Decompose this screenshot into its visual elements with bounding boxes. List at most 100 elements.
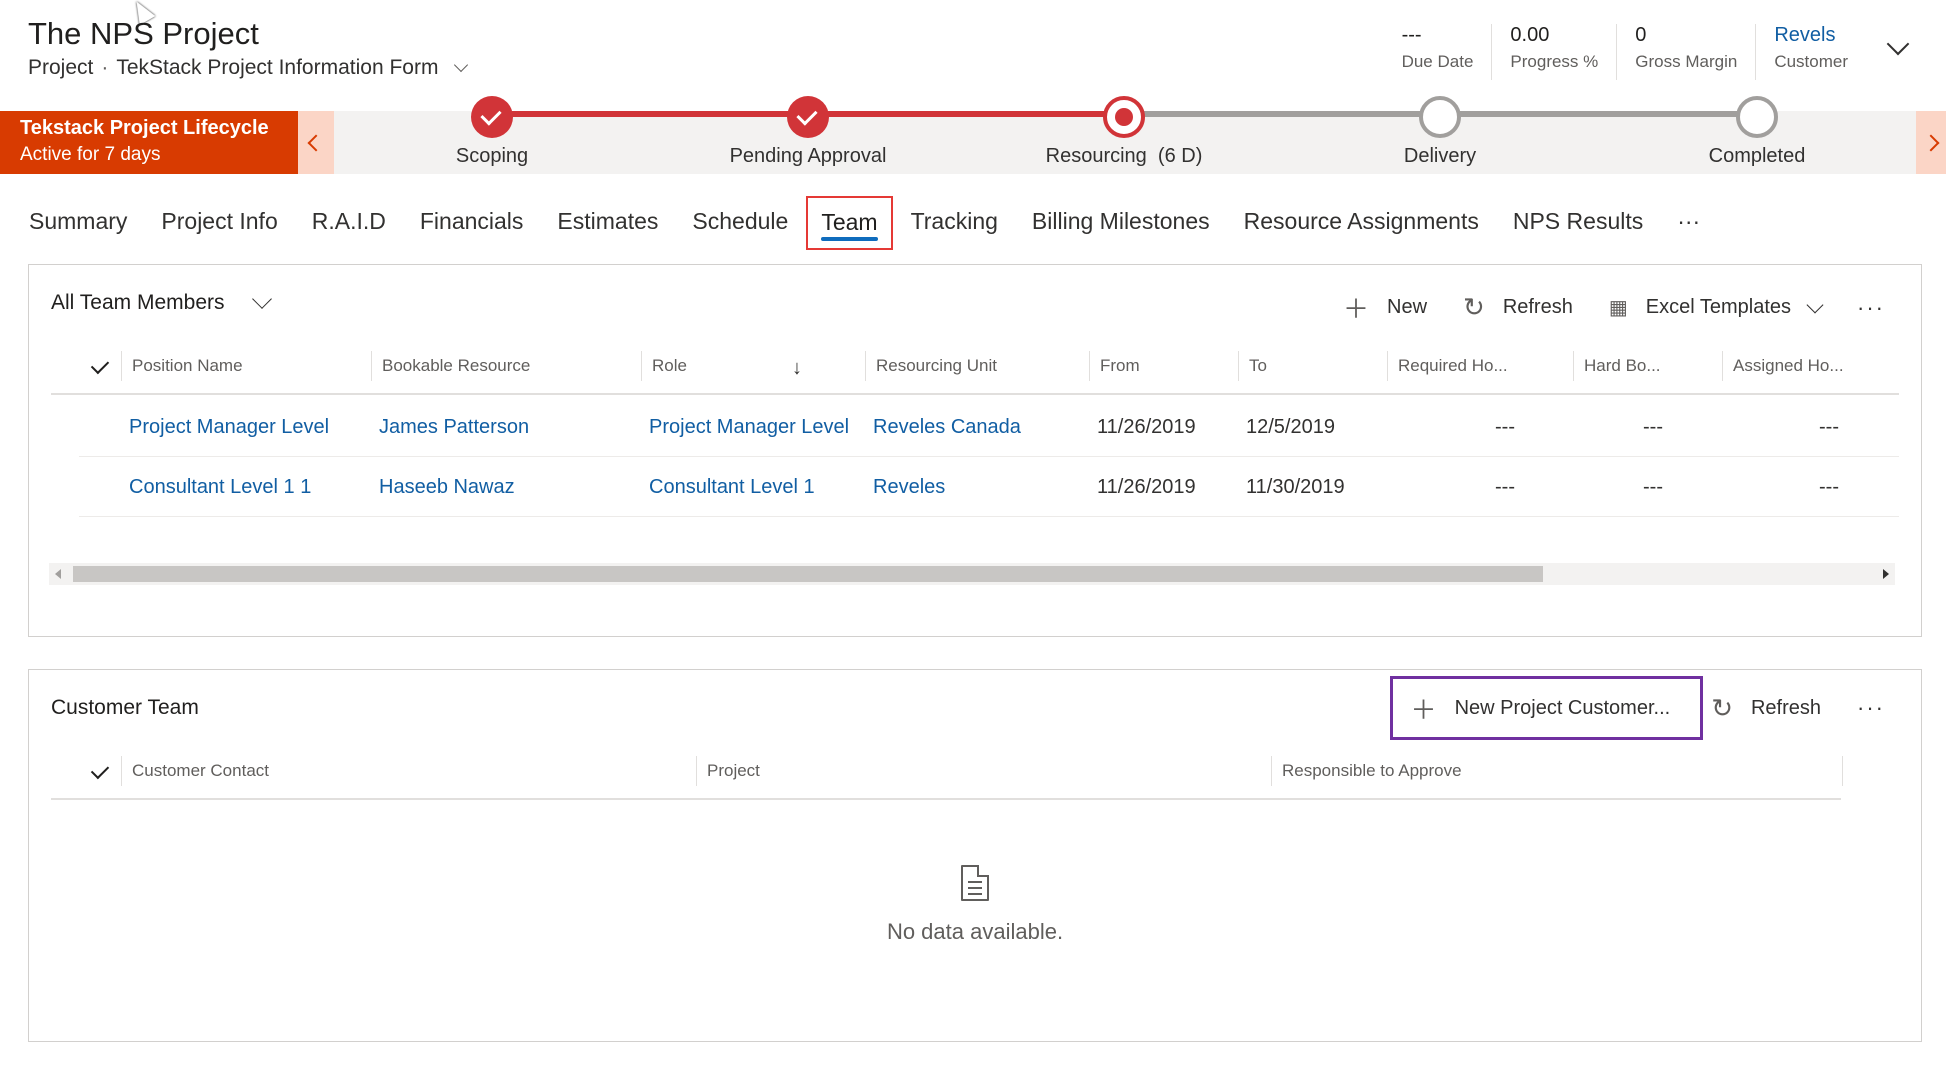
col-bookable-resource[interactable]: Bookable Resource [371,351,530,381]
tab-resource-assignments[interactable]: Resource Assignments [1244,203,1479,243]
new-label: New [1387,296,1428,318]
new-project-customer-button[interactable]: ＋ New Project Customer... [1389,676,1704,740]
view-selector[interactable]: All Team Members [51,289,272,315]
cell-to: 12/5/2019 [1246,416,1335,438]
record-title: The NPS Project [28,16,259,51]
stage-completed[interactable]: Completed [1647,96,1867,168]
process-status: Active for 7 days [20,144,161,165]
col-assigned-hours[interactable]: Assigned Ho... [1722,351,1844,381]
stage-scoping[interactable]: Scoping [382,96,602,168]
header-fields: --- Due Date 0.00 Progress % 0 Gross Mar… [1384,24,1910,80]
col-from[interactable]: From [1089,351,1140,381]
col-to[interactable]: To [1238,351,1267,381]
process-name-flag[interactable]: Tekstack Project Lifecycle Active for 7 … [0,111,298,174]
kpi-label: Gross Margin [1635,52,1738,71]
stage-complete-check-icon [471,96,513,138]
kpi-value: 0.00 [1510,24,1550,46]
view-name: All Team Members [51,291,225,314]
tab-team[interactable]: Team [806,196,893,250]
chevron-left-icon [307,134,325,151]
process-name: Tekstack Project Lifecycle [20,117,269,139]
select-all-checkmark-icon[interactable] [90,355,110,375]
col-hard-booked[interactable]: Hard Bo... [1573,351,1661,381]
excel-templates-button[interactable]: ▦ Excel Templates [1608,295,1824,320]
cell-bookable-resource[interactable]: Haseeb Nawaz [379,457,515,517]
excel-icon: ▦ [1608,297,1628,319]
tab-raid[interactable]: R.A.I.D [312,203,386,243]
kpi-value: --- [1401,24,1422,46]
chevron-down-icon [251,289,272,309]
cell-role[interactable]: Project Manager Level [649,397,849,457]
tab-financials[interactable]: Financials [420,203,524,243]
more-tabs-button[interactable]: ··· [1677,203,1700,243]
more-commands-button[interactable]: ··· [1857,295,1885,321]
horizontal-scrollbar[interactable] [49,563,1895,585]
tab-tracking[interactable]: Tracking [911,203,998,243]
col-resourcing-unit[interactable]: Resourcing Unit [865,351,997,381]
cell-position-name[interactable]: Consultant Level 1 1 [129,457,311,517]
subgrid-command-bar: ＋ New ↻ Refresh ▦ Excel Templates ··· [1307,289,1885,326]
form-selector[interactable]: Project · TekStack Project Information F… [28,56,469,80]
chevron-right-icon [1922,134,1940,151]
previous-stage-button[interactable] [298,111,334,174]
stage-label: Delivery [1403,145,1477,167]
stage-resourcing[interactable]: Resourcing (6 D) [1014,96,1234,168]
scroll-left-arrow-icon[interactable] [55,569,61,579]
customer-link[interactable]: Revels [1774,24,1848,50]
stage-complete-check-icon [787,96,829,138]
cell-assigned-hours: --- [1819,476,1839,498]
select-all-checkmark-icon[interactable] [90,760,110,780]
cell-role[interactable]: Consultant Level 1 [649,457,815,517]
new-button[interactable]: ＋ New [1343,289,1427,326]
refresh-button[interactable]: ↻ Refresh [1463,292,1573,323]
stage-pending-icon [1419,96,1461,138]
entity-name: Project [28,56,94,79]
stage-label: Resourcing (6 D) [1045,145,1203,167]
cell-required-hours: --- [1495,476,1515,498]
table-row[interactable]: Project Manager Level James Patterson Pr… [79,397,1899,457]
chevron-down-icon[interactable] [454,57,469,73]
next-stage-button[interactable] [1916,111,1946,174]
kpi-gross-margin: 0 Gross Margin [1616,24,1755,80]
stage-pending-approval[interactable]: Pending Approval [698,96,918,168]
tab-estimates[interactable]: Estimates [557,203,658,243]
tab-summary[interactable]: Summary [29,203,127,243]
col-customer-contact[interactable]: Customer Contact [121,756,269,786]
subgrid-command-bar: ＋ New Project Customer... ↻ Refresh ··· [1354,676,1885,740]
kpi-progress: 0.00 Progress % [1491,24,1616,80]
cell-hard-booked: --- [1643,416,1663,438]
refresh-button[interactable]: ↻ Refresh [1711,693,1821,724]
cell-position-name[interactable]: Project Manager Level [129,397,329,457]
chevron-down-icon [1806,296,1824,313]
tab-nps-results[interactable]: NPS Results [1513,203,1643,243]
empty-state: No data available. [29,865,1921,945]
plus-icon: ＋ [1410,694,1437,725]
grid-header: Customer Contact Project Responsible to … [51,740,1843,800]
kpi-label: Customer [1774,52,1848,71]
table-row[interactable]: Consultant Level 1 1 Haseeb Nawaz Consul… [79,457,1899,517]
cell-hard-booked: --- [1643,476,1663,498]
scrollbar-thumb[interactable] [73,566,1543,582]
more-commands-button[interactable]: ··· [1857,695,1885,721]
document-icon [961,865,989,901]
arrow-down-icon: ↓ [792,357,802,379]
cell-bookable-resource[interactable]: James Patterson [379,397,529,457]
cell-to: 11/30/2019 [1246,476,1345,498]
kpi-label: Due Date [1401,52,1474,71]
col-responsible-to-approve[interactable]: Responsible to Approve [1271,756,1843,786]
cell-resourcing-unit[interactable]: Reveles [873,457,945,517]
stage-pending-icon [1736,96,1778,138]
stage-delivery[interactable]: Delivery [1330,96,1550,168]
tab-schedule[interactable]: Schedule [692,203,788,243]
cell-resourcing-unit[interactable]: Reveles Canada [873,397,1021,457]
col-role[interactable]: Role ↓ [641,351,865,381]
col-project[interactable]: Project [696,756,760,786]
col-position-name[interactable]: Position Name [121,351,243,381]
empty-message: No data available. [886,919,1064,944]
scroll-right-arrow-icon[interactable] [1883,569,1889,579]
tab-project-info[interactable]: Project Info [161,203,277,243]
expand-header-chevron-icon[interactable] [1886,32,1910,56]
cell-from: 11/26/2019 [1097,476,1196,498]
col-required-hours[interactable]: Required Ho... [1387,351,1508,381]
tab-billing-milestones[interactable]: Billing Milestones [1032,203,1210,243]
